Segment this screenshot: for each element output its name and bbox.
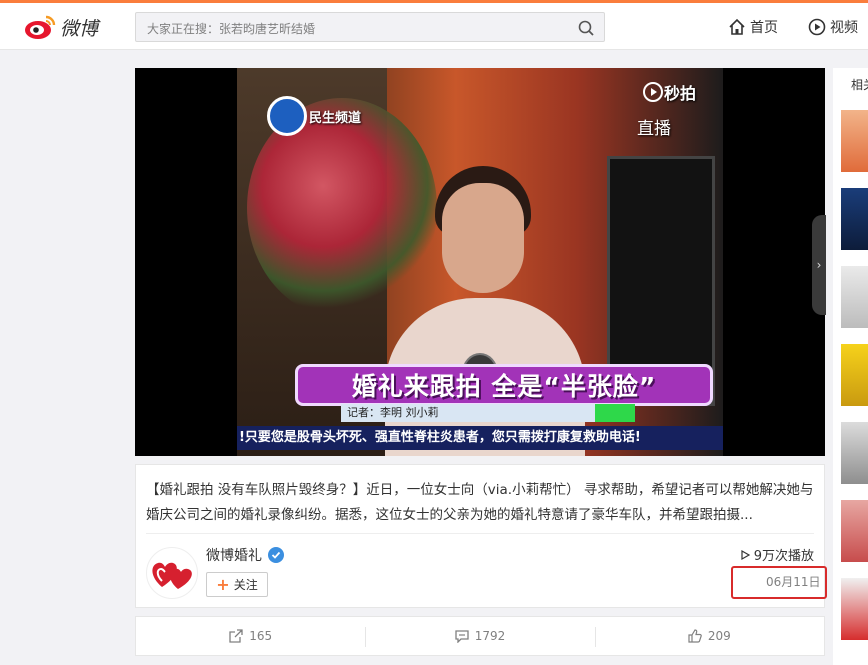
news-ticker: !只要您是股骨头坏死、强直性脊柱炎患者，您只需拨打康复救助电话! (237, 426, 723, 450)
search-icon[interactable] (578, 20, 594, 36)
comment-icon (455, 630, 469, 643)
live-label: 直播 (637, 119, 671, 139)
video-play-icon (808, 18, 826, 36)
search-bar[interactable]: 大家正在搜：张若昀唐艺昕结婚 (135, 12, 605, 42)
nav-video-label: 视频 (830, 20, 858, 36)
sidebar-title: 相关 (851, 78, 868, 92)
video-frame[interactable]: 民生频道 秒拍 直播 婚礼来跟拍 全是“半张脸” 记者：李明 刘小莉 !只要您是… (237, 68, 723, 456)
related-thumbnail[interactable] (841, 110, 868, 172)
watermark-text: 秒拍 (664, 84, 697, 103)
logo-text: 微博 (60, 17, 99, 40)
nav-home[interactable]: 首页 (728, 17, 778, 37)
thumbs-up-icon (688, 629, 702, 643)
follow-label: 关注 (233, 578, 258, 592)
author-name[interactable]: 微博婚礼 (206, 545, 262, 565)
plus-icon: + (216, 574, 230, 594)
related-thumbnail[interactable] (841, 266, 868, 328)
nav-video[interactable]: 视频 (808, 17, 858, 37)
action-bar: 165 1792 209 (135, 616, 825, 656)
miaopai-watermark: 秒拍 (642, 80, 696, 104)
like-count: 209 (707, 629, 731, 643)
video-headline-banner: 婚礼来跟拍 全是“半张脸” (295, 364, 713, 406)
play-count-text: 9万次播放 (753, 549, 814, 564)
nav-home-label: 首页 (750, 20, 778, 36)
post-description[interactable]: 【婚礼跟拍 没有车队照片毁终身？】近日，一位女士向（via.小莉帮忙） 寻求帮助… (146, 478, 814, 528)
play-icon (741, 549, 750, 560)
author[interactable]: 微博婚礼 (206, 545, 284, 565)
video-headline: 婚礼来跟拍 全是“半张脸” (351, 372, 657, 401)
related-thumbnail[interactable] (841, 422, 868, 484)
chevron-right-icon: › (816, 258, 822, 272)
next-video-button[interactable]: › (812, 215, 826, 315)
share-icon (229, 629, 243, 643)
reporter-figure (442, 183, 524, 293)
related-thumbnail[interactable] (841, 578, 868, 640)
search-input[interactable]: 大家正在搜：张若昀唐艺昕结婚 (147, 20, 315, 37)
play-count: 9万次播放 (739, 545, 814, 564)
home-icon (729, 18, 745, 35)
channel-name: 民生频道 (309, 110, 362, 126)
double-heart-logo-icon (152, 562, 192, 589)
related-thumbnail[interactable] (841, 188, 868, 250)
weibo-logo[interactable]: 微博 (24, 12, 106, 42)
share-count: 165 (249, 629, 273, 643)
miaopai-icon (643, 82, 663, 102)
share-button[interactable]: 165 (136, 617, 365, 655)
follow-button[interactable]: + 关注 (206, 572, 268, 597)
post-info: 【婚礼跟拍 没有车队照片毁终身？】近日，一位女士向（via.小莉帮忙） 寻求帮助… (135, 464, 827, 608)
verified-badge-icon (268, 547, 284, 563)
post-date[interactable]: 06月11日 (766, 573, 821, 590)
comment-count: 1792 (474, 629, 506, 643)
related-thumbnail[interactable] (841, 500, 868, 562)
reporter-caption: 记者：李明 刘小莉 (341, 404, 635, 422)
avatar[interactable] (146, 547, 198, 599)
channel-logo-icon (267, 96, 307, 136)
related-thumbnail[interactable] (841, 344, 868, 406)
like-button[interactable]: 209 (594, 617, 824, 655)
comment-button[interactable]: 1792 (365, 617, 594, 655)
channel-logo: 民生频道 (267, 96, 363, 136)
related-sidebar: 相关 (833, 68, 868, 665)
header: 微博 大家正在搜：张若昀唐艺昕结婚 首页 视频 (0, 3, 868, 50)
weibo-logo-icon (25, 15, 56, 39)
video-player[interactable]: 民生频道 秒拍 直播 婚礼来跟拍 全是“半张脸” 记者：李明 刘小莉 !只要您是… (135, 68, 825, 456)
